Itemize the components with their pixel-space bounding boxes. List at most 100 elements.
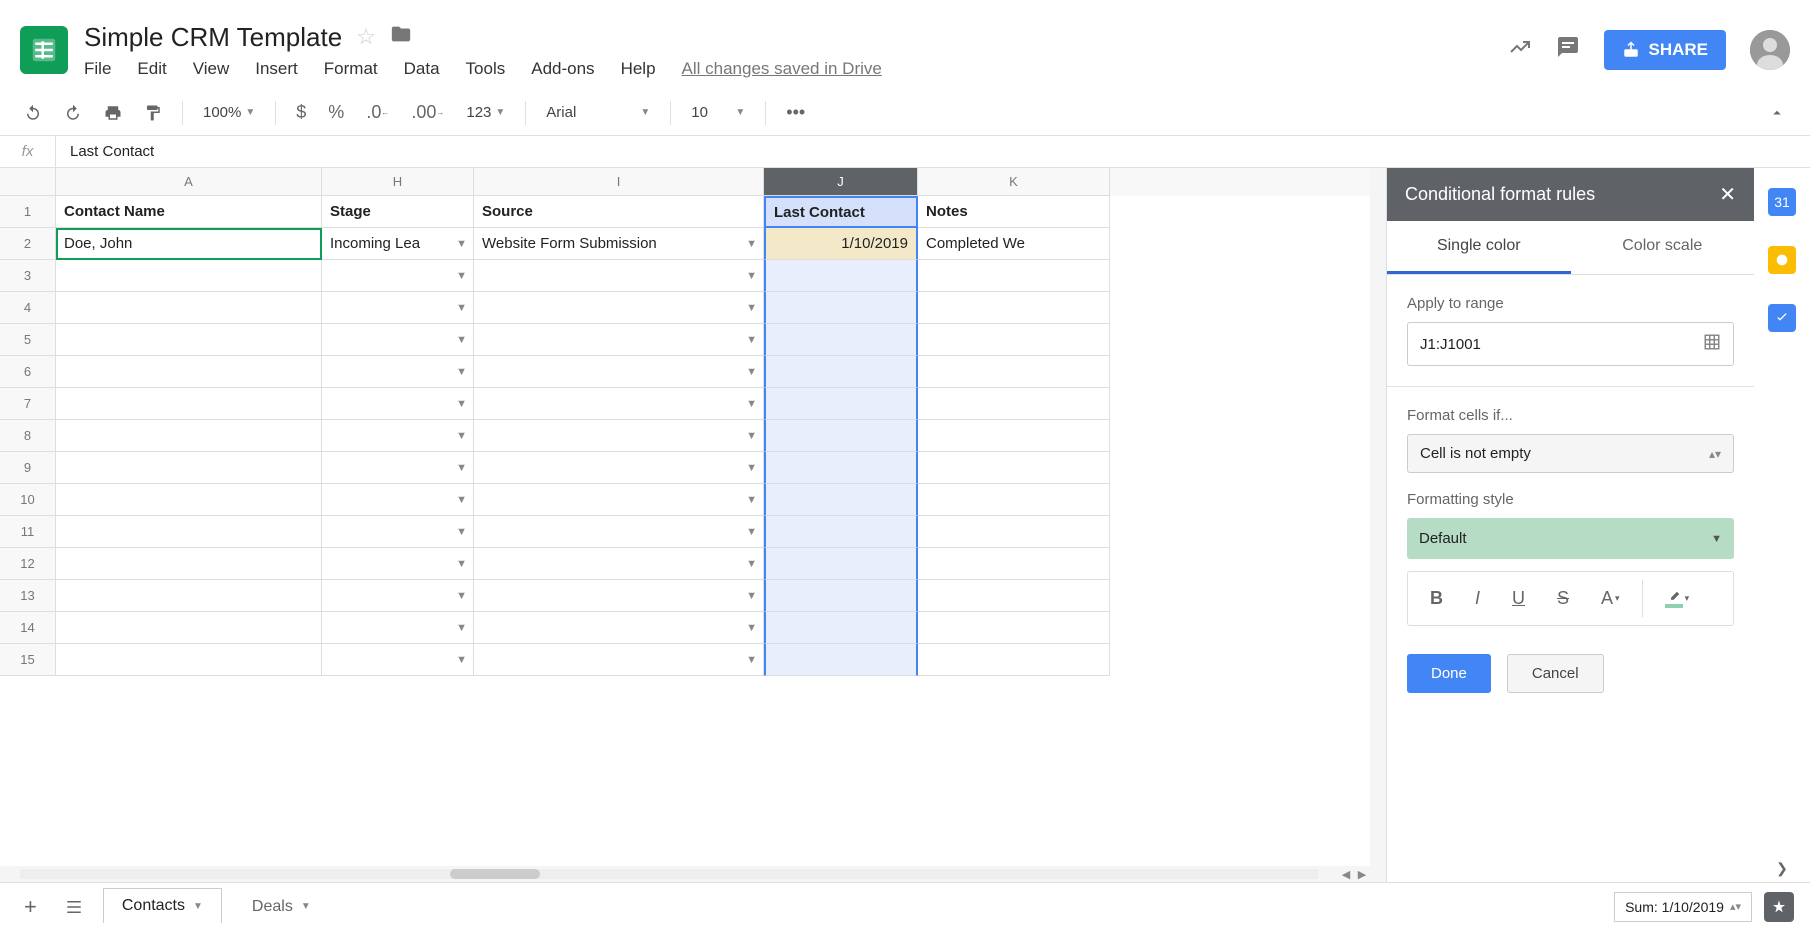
row-header-6[interactable]: 6 bbox=[0, 356, 56, 388]
cell-J3[interactable] bbox=[764, 260, 918, 292]
cell-J1[interactable]: Last Contact bbox=[764, 196, 918, 228]
tab-single-color[interactable]: Single color bbox=[1387, 221, 1571, 274]
strikethrough-button[interactable]: S bbox=[1543, 580, 1583, 617]
done-button[interactable]: Done bbox=[1407, 654, 1491, 693]
tab-color-scale[interactable]: Color scale bbox=[1571, 221, 1755, 274]
cell-I3[interactable]: ▼ bbox=[474, 260, 764, 292]
share-button[interactable]: SHARE bbox=[1604, 30, 1726, 70]
cell-I15[interactable]: ▼ bbox=[474, 644, 764, 676]
save-status[interactable]: All changes saved in Drive bbox=[682, 59, 882, 79]
cell-H6[interactable]: ▼ bbox=[322, 356, 474, 388]
menu-format[interactable]: Format bbox=[324, 59, 378, 79]
sum-display[interactable]: Sum: 1/10/2019▴▾ bbox=[1614, 892, 1752, 922]
sheets-logo[interactable] bbox=[20, 26, 68, 74]
select-all-corner[interactable] bbox=[0, 168, 56, 196]
dropdown-arrow-icon[interactable]: ▼ bbox=[746, 334, 757, 346]
tasks-icon[interactable] bbox=[1768, 304, 1796, 332]
calendar-icon[interactable]: 31 bbox=[1768, 188, 1796, 216]
dropdown-arrow-icon[interactable]: ▼ bbox=[746, 302, 757, 314]
col-header-K[interactable]: K bbox=[918, 168, 1110, 196]
dropdown-arrow-icon[interactable]: ▼ bbox=[746, 590, 757, 602]
row-header-9[interactable]: 9 bbox=[0, 452, 56, 484]
cell-I11[interactable]: ▼ bbox=[474, 516, 764, 548]
dropdown-arrow-icon[interactable]: ▼ bbox=[456, 430, 467, 442]
dropdown-arrow-icon[interactable]: ▼ bbox=[456, 462, 467, 474]
fill-color-button[interactable]: ▾ bbox=[1651, 580, 1704, 617]
undo-button[interactable] bbox=[16, 98, 50, 128]
redo-button[interactable] bbox=[56, 98, 90, 128]
cell-J9[interactable] bbox=[764, 452, 918, 484]
dropdown-arrow-icon[interactable]: ▼ bbox=[456, 494, 467, 506]
cell-K10[interactable] bbox=[918, 484, 1110, 516]
cell-K3[interactable] bbox=[918, 260, 1110, 292]
menu-file[interactable]: File bbox=[84, 59, 111, 79]
row-header-15[interactable]: 15 bbox=[0, 644, 56, 676]
dropdown-arrow-icon[interactable]: ▼ bbox=[456, 270, 467, 282]
cell-J10[interactable] bbox=[764, 484, 918, 516]
style-select[interactable]: Default ▼ bbox=[1407, 518, 1734, 559]
dropdown-arrow-icon[interactable]: ▼ bbox=[456, 398, 467, 410]
cell-I7[interactable]: ▼ bbox=[474, 388, 764, 420]
menu-edit[interactable]: Edit bbox=[137, 59, 166, 79]
cell-K8[interactable] bbox=[918, 420, 1110, 452]
row-header-7[interactable]: 7 bbox=[0, 388, 56, 420]
cell-K5[interactable] bbox=[918, 324, 1110, 356]
increase-decimal-button[interactable]: .00→ bbox=[403, 96, 452, 129]
cell-A12[interactable] bbox=[56, 548, 322, 580]
cell-H12[interactable]: ▼ bbox=[322, 548, 474, 580]
cell-H2[interactable]: Incoming Lea▼ bbox=[322, 228, 474, 260]
cell-A1[interactable]: Contact Name bbox=[56, 196, 322, 228]
row-header-11[interactable]: 11 bbox=[0, 516, 56, 548]
bold-button[interactable]: B bbox=[1416, 580, 1457, 617]
underline-button[interactable]: U bbox=[1498, 580, 1539, 617]
cell-J13[interactable] bbox=[764, 580, 918, 612]
dropdown-arrow-icon[interactable]: ▼ bbox=[456, 558, 467, 570]
currency-button[interactable]: $ bbox=[288, 96, 314, 129]
text-color-button[interactable]: A▾ bbox=[1587, 580, 1634, 617]
cell-J15[interactable] bbox=[764, 644, 918, 676]
row-header-14[interactable]: 14 bbox=[0, 612, 56, 644]
sheet-tab-deals[interactable]: Deals▼ bbox=[234, 890, 329, 924]
cell-I4[interactable]: ▼ bbox=[474, 292, 764, 324]
cell-A5[interactable] bbox=[56, 324, 322, 356]
expand-rail-icon[interactable]: ❯ bbox=[1768, 854, 1796, 882]
cell-K4[interactable] bbox=[918, 292, 1110, 324]
cell-H14[interactable]: ▼ bbox=[322, 612, 474, 644]
grid-select-icon[interactable] bbox=[1703, 333, 1721, 355]
cell-K14[interactable] bbox=[918, 612, 1110, 644]
menu-help[interactable]: Help bbox=[621, 59, 656, 79]
cell-A10[interactable] bbox=[56, 484, 322, 516]
dropdown-arrow-icon[interactable]: ▼ bbox=[456, 302, 467, 314]
sheet-tab-contacts[interactable]: Contacts▼ bbox=[103, 888, 222, 923]
cell-K1[interactable]: Notes bbox=[918, 196, 1110, 228]
cell-I2[interactable]: Website Form Submission▼ bbox=[474, 228, 764, 260]
decrease-decimal-button[interactable]: .0← bbox=[358, 96, 397, 129]
dropdown-arrow-icon[interactable]: ▼ bbox=[456, 654, 467, 666]
fx-label[interactable]: fx bbox=[0, 136, 56, 167]
cell-I8[interactable]: ▼ bbox=[474, 420, 764, 452]
cell-I14[interactable]: ▼ bbox=[474, 612, 764, 644]
cell-J11[interactable] bbox=[764, 516, 918, 548]
cell-K11[interactable] bbox=[918, 516, 1110, 548]
cell-A6[interactable] bbox=[56, 356, 322, 388]
col-header-H[interactable]: H bbox=[322, 168, 474, 196]
col-header-J[interactable]: J bbox=[764, 168, 918, 196]
cell-I12[interactable]: ▼ bbox=[474, 548, 764, 580]
cell-H9[interactable]: ▼ bbox=[322, 452, 474, 484]
dropdown-arrow-icon[interactable]: ▼ bbox=[746, 398, 757, 410]
cell-H8[interactable]: ▼ bbox=[322, 420, 474, 452]
cell-H3[interactable]: ▼ bbox=[322, 260, 474, 292]
paint-format-button[interactable] bbox=[136, 98, 170, 128]
cell-J6[interactable] bbox=[764, 356, 918, 388]
cell-K7[interactable] bbox=[918, 388, 1110, 420]
row-header-1[interactable]: 1 bbox=[0, 196, 56, 228]
cell-I13[interactable]: ▼ bbox=[474, 580, 764, 612]
cell-K15[interactable] bbox=[918, 644, 1110, 676]
cell-K12[interactable] bbox=[918, 548, 1110, 580]
cell-K2[interactable]: Completed We bbox=[918, 228, 1110, 260]
cell-A2[interactable]: Doe, John bbox=[56, 228, 322, 260]
dropdown-arrow-icon[interactable]: ▼ bbox=[746, 526, 757, 538]
cell-A7[interactable] bbox=[56, 388, 322, 420]
dropdown-arrow-icon[interactable]: ▼ bbox=[746, 238, 757, 250]
menu-addons[interactable]: Add-ons bbox=[531, 59, 594, 79]
